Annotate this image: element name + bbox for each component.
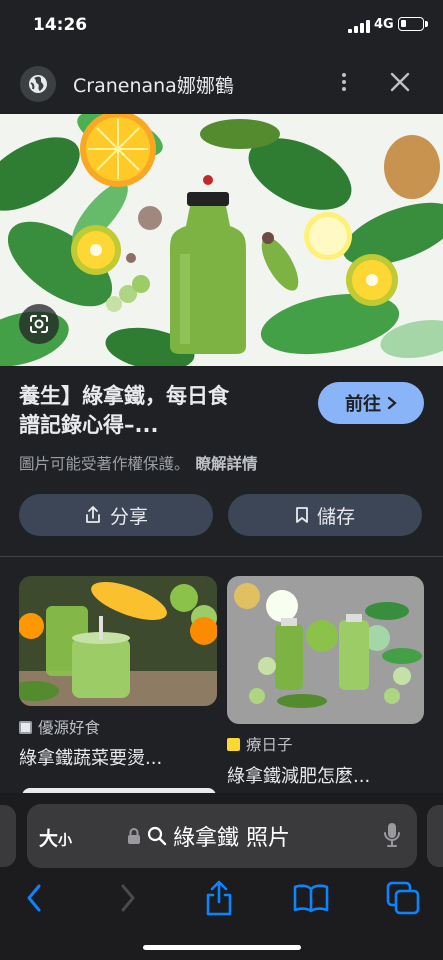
source-site-title[interactable]: Cranenana娜娜鶴 xyxy=(73,71,234,98)
bookmarks-button[interactable] xyxy=(291,881,331,915)
text-size-button[interactable]: 大小 xyxy=(39,824,72,851)
search-icon xyxy=(147,826,167,846)
lock-icon xyxy=(128,828,140,844)
tabs-button[interactable] xyxy=(383,881,423,915)
share-icon xyxy=(86,506,100,523)
browser-bottom-bar: 大小 綠拿鐵 照片 xyxy=(0,793,443,960)
related-source-1: 優源好食 xyxy=(19,716,100,738)
related-source-2: 療日子 xyxy=(227,733,293,755)
status-bar: 14:26 4G xyxy=(0,0,443,52)
book-icon xyxy=(293,884,329,913)
more-vert-icon[interactable] xyxy=(336,70,352,96)
bookmark-icon xyxy=(296,507,308,523)
status-time: 14:26 xyxy=(33,15,88,35)
microphone-icon[interactable] xyxy=(383,822,401,848)
tabs-icon xyxy=(386,881,420,915)
chevron-left-icon xyxy=(27,884,41,912)
copyright-text: 圖片可能受著作權保護。 xyxy=(19,455,190,473)
related-source-name-2: 療日子 xyxy=(246,736,293,754)
share-icon xyxy=(206,880,232,916)
globe-icon xyxy=(20,66,56,102)
source-favicon xyxy=(227,737,240,751)
share-button[interactable]: 分享 xyxy=(19,494,213,536)
share-sheet-button[interactable] xyxy=(199,880,239,916)
battery-icon xyxy=(398,17,428,31)
visit-label: 前往 xyxy=(345,394,381,415)
previous-tab-peek[interactable] xyxy=(0,805,16,867)
source-favicon xyxy=(19,720,32,734)
save-button[interactable]: 儲存 xyxy=(228,494,422,536)
related-image-2[interactable] xyxy=(227,576,424,724)
home-indicator xyxy=(143,945,301,950)
save-label: 儲存 xyxy=(316,505,355,528)
related-caption-1[interactable]: 綠拿鐵蔬菜要燙... xyxy=(19,744,217,770)
next-tab-peek[interactable] xyxy=(427,805,443,867)
google-lens-icon[interactable] xyxy=(19,304,59,344)
back-button[interactable] xyxy=(14,881,54,915)
copyright-notice: 圖片可能受著作權保護。 瞭解詳情 xyxy=(19,452,258,474)
text-size-small: 小 xyxy=(58,833,73,849)
image-title-line-1: 養生】綠拿鐵，每日食 xyxy=(19,384,229,408)
address-text[interactable]: 綠拿鐵 照片 xyxy=(127,820,290,852)
search-query: 綠拿鐵 照片 xyxy=(173,826,290,851)
viewer-header: Cranenana娜娜鶴 xyxy=(0,52,443,114)
share-label: 分享 xyxy=(109,505,148,528)
main-image[interactable] xyxy=(0,114,443,366)
address-bar[interactable]: 大小 綠拿鐵 照片 xyxy=(27,804,417,868)
close-icon[interactable] xyxy=(389,71,411,93)
learn-more-link[interactable]: 瞭解詳情 xyxy=(196,455,258,473)
image-title[interactable]: 養生】綠拿鐵，每日食 譜記錄心得–... xyxy=(19,382,299,440)
visit-button[interactable]: 前往 xyxy=(318,382,424,424)
related-caption-2[interactable]: 綠拿鐵減肥怎麼... xyxy=(227,762,424,788)
chevron-right-icon xyxy=(387,396,397,410)
chevron-right-icon xyxy=(121,884,135,912)
network-type: 4G xyxy=(374,17,394,32)
divider xyxy=(0,556,443,557)
related-source-name-1: 優源好食 xyxy=(38,719,101,737)
image-title-line-2: 譜記錄心得–... xyxy=(19,413,159,437)
forward-button[interactable] xyxy=(108,881,148,915)
text-size-large: 大 xyxy=(39,828,59,850)
cellular-signal-icon xyxy=(348,20,370,33)
related-image-1[interactable] xyxy=(19,576,217,706)
